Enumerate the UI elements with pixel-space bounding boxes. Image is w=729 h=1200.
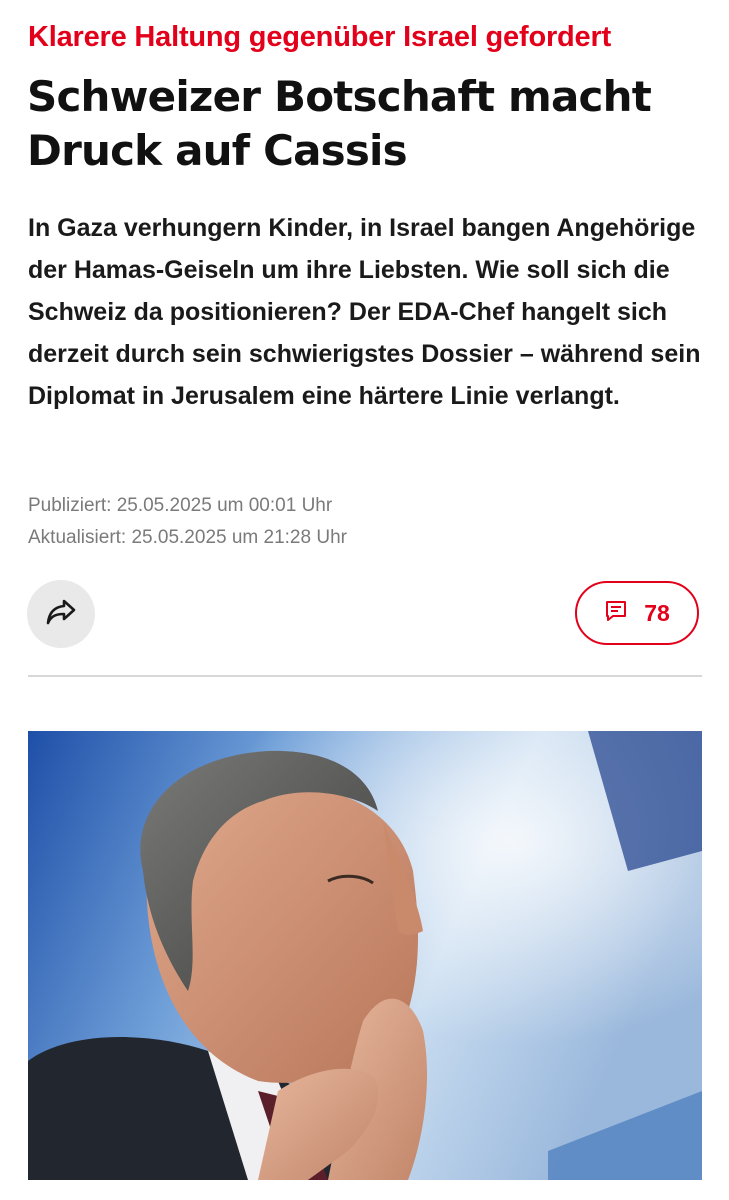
comments-count: 78 xyxy=(644,599,670,626)
portrait-photo xyxy=(28,731,702,1180)
divider xyxy=(28,675,702,677)
share-arrow-icon xyxy=(44,597,78,632)
comments-button[interactable]: 78 xyxy=(575,581,699,645)
updated-date: Aktualisiert: 25.05.2025 um 21:28 Uhr xyxy=(28,527,347,548)
article-kicker: Klarere Haltung gegenüber Israel geforde… xyxy=(28,21,612,53)
share-button[interactable] xyxy=(27,580,95,648)
article-meta: Publiziert: 25.05.2025 um 00:01 Uhr Aktu… xyxy=(28,490,347,554)
published-date: Publiziert: 25.05.2025 um 00:01 Uhr xyxy=(28,495,333,516)
hero-image[interactable] xyxy=(28,731,702,1180)
article-headline: Schweizer Botschaft macht Druck auf Cass… xyxy=(27,72,652,175)
article: Klarere Haltung gegenüber Israel geforde… xyxy=(0,0,729,1200)
comment-bubble-icon xyxy=(604,599,628,628)
article-lead: In Gaza verhungern Kinder, in Israel ban… xyxy=(28,214,701,410)
